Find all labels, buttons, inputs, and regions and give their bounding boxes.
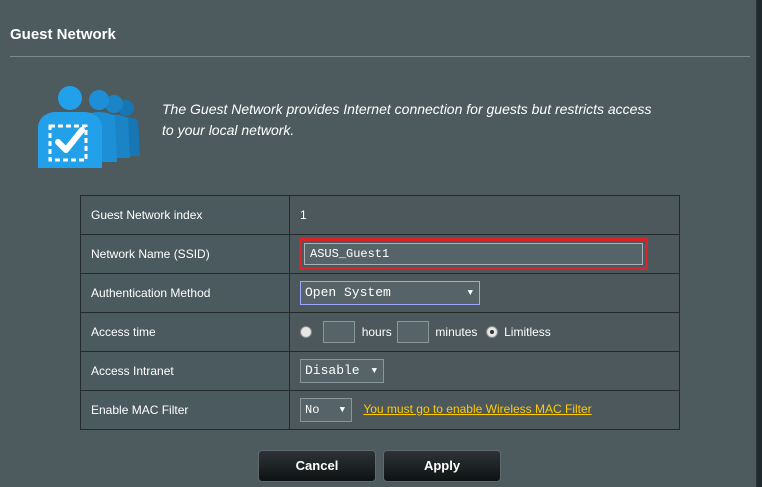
mac-filter-value: No: [305, 403, 320, 417]
table-row: Guest Network index 1: [80, 195, 680, 235]
access-intranet-label: Access Intranet: [80, 351, 290, 391]
auth-method-value: Open System: [305, 285, 391, 300]
table-row: Access Intranet Disable ▼: [80, 351, 680, 391]
apply-button[interactable]: Apply: [383, 450, 501, 482]
guest-users-icon: [38, 86, 140, 168]
guest-network-index-label: Guest Network index: [80, 195, 290, 235]
mac-filter-label: Enable MAC Filter: [80, 390, 290, 430]
ssid-highlight: ASUS_Guest1: [299, 238, 648, 270]
window-edge: [757, 0, 762, 487]
hours-input[interactable]: [323, 321, 356, 343]
table-row: Authentication Method Open System ▼: [80, 273, 680, 313]
ssid-input[interactable]: ASUS_Guest1: [304, 243, 643, 265]
page-title: Guest Network: [10, 26, 116, 43]
access-time-limited-radio[interactable]: [300, 326, 312, 338]
mac-filter-link[interactable]: You must go to enable Wireless MAC Filte…: [363, 402, 591, 416]
access-intranet-select[interactable]: Disable ▼: [300, 359, 384, 383]
triangle-down-icon: ▼: [371, 366, 377, 376]
auth-method-select[interactable]: Open System ▼: [300, 281, 480, 305]
auth-method-label: Authentication Method: [80, 273, 290, 313]
minutes-unit: minutes: [435, 325, 478, 339]
table-row: Enable MAC Filter No ▼ You must go to en…: [80, 390, 680, 430]
hours-unit: hours: [361, 325, 392, 339]
intro-line-1: The Guest Network provides Internet conn…: [162, 101, 652, 117]
triangle-down-icon: ▼: [339, 405, 345, 415]
title-divider: [10, 56, 750, 57]
minutes-input[interactable]: [397, 321, 430, 343]
triangle-down-icon: ▼: [467, 288, 473, 298]
guest-network-settings-table: Guest Network index 1 Network Name (SSID…: [80, 195, 680, 430]
intro-line-2: to your local network.: [162, 122, 295, 138]
ssid-label: Network Name (SSID): [80, 234, 290, 274]
access-time-limitless-radio[interactable]: [485, 326, 498, 338]
limitless-label: Limitless: [504, 325, 551, 339]
table-row: Access time hours minutes Limitless: [80, 312, 680, 352]
cancel-button[interactable]: Cancel: [258, 450, 376, 482]
intro-text: The Guest Network provides Internet conn…: [162, 99, 682, 141]
access-intranet-value: Disable: [305, 363, 360, 378]
access-time-label: Access time: [80, 312, 290, 352]
table-row: Network Name (SSID) ASUS_Guest1: [80, 234, 680, 274]
mac-filter-select[interactable]: No ▼: [300, 398, 352, 422]
guest-network-index-value: 1: [289, 195, 680, 235]
